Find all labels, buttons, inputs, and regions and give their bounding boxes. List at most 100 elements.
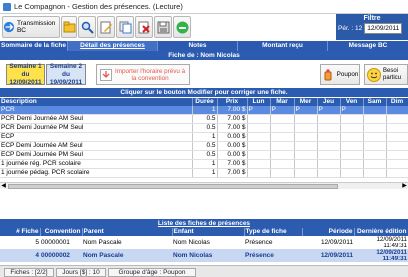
week-1-button[interactable]: Semaine 1 du 12/09/2011 <box>6 62 45 86</box>
presence-cell: 1 <box>192 159 218 169</box>
fiche-last-edit-time: 11:49:31 <box>383 243 407 248</box>
week-2-date: 19/09/2011 <box>49 78 83 86</box>
fiches-col-header[interactable]: Convention <box>40 228 83 236</box>
tab-sommaire[interactable]: Sommaire de la fiche <box>0 41 68 51</box>
folder-button[interactable] <box>61 16 77 38</box>
save-button[interactable] <box>154 16 172 38</box>
tab-notes[interactable]: Notes <box>158 41 238 51</box>
presence-cell: P <box>294 106 318 115</box>
fiche-cell: Nom Pascale <box>82 249 172 262</box>
confirm-button[interactable] <box>173 16 191 38</box>
fiche-cell: Nom Nicolas <box>172 249 244 262</box>
presence-col-header[interactable]: Mer <box>294 98 318 106</box>
scroll-left-icon[interactable]: ◀ <box>0 183 7 190</box>
presence-cell <box>294 114 318 124</box>
presence-row[interactable]: ECP 1 0.00 $ <box>0 132 408 142</box>
import-schedule-button[interactable]: Importer l'horaire prévu à la convention <box>96 64 190 85</box>
fiches-col-header[interactable]: Type de fiche <box>244 228 303 236</box>
presence-cell <box>317 150 341 160</box>
fiches-col-header[interactable]: # Fiche <box>0 228 41 236</box>
presence-col-header[interactable]: Prix <box>217 98 248 106</box>
presence-cell <box>363 106 387 115</box>
search-button[interactable] <box>78 16 96 38</box>
week-1-line1: Semaine 1 du <box>9 62 42 78</box>
check-circle-icon <box>176 21 188 33</box>
presence-cell <box>270 114 295 124</box>
presence-row[interactable]: 1 journée rég. PCR scolaire 1 7.00 $ <box>0 159 408 169</box>
scroll-right-icon[interactable]: ▶ <box>401 183 408 190</box>
presence-cell <box>294 150 318 160</box>
status-bar: Fiches : [2/2] Jours [$] : 10 Groupe d'â… <box>0 265 408 277</box>
fiches-col-header[interactable]: Dernière édition <box>354 228 408 236</box>
fiche-cell: Présence <box>245 238 273 246</box>
presence-cell: P <box>317 106 341 115</box>
presence-cell <box>294 168 318 178</box>
tab-montant-recu[interactable]: Montant reçu <box>238 41 328 51</box>
presence-cell <box>317 132 341 142</box>
presence-cell <box>386 150 408 160</box>
presence-cell <box>247 159 271 169</box>
presence-col-header[interactable]: Jeu <box>317 98 341 106</box>
edit-icon <box>100 21 112 33</box>
presence-cell: 1 <box>192 168 218 178</box>
presence-cell <box>247 141 271 151</box>
presence-col-header[interactable]: Mar <box>270 98 295 106</box>
presence-cell <box>247 168 271 178</box>
presence-cell <box>270 141 295 151</box>
besoin-line2: particu <box>383 74 402 81</box>
presence-row[interactable]: PCR 1 7.00 $ P P P P P <box>0 106 408 115</box>
filter-date-field[interactable]: 12/09/2011 <box>364 23 403 34</box>
presence-cell <box>294 123 318 133</box>
presence-cell <box>270 132 295 142</box>
presence-cell <box>386 159 408 169</box>
tab-message-bc[interactable]: Message BC <box>328 41 408 51</box>
fiches-col-header[interactable]: Parent <box>82 228 173 236</box>
window-titlebar: Le Compagnon - Gestion des présences. (L… <box>0 0 408 14</box>
scrollbar-thumb[interactable] <box>8 184 338 189</box>
presence-cell: 0.5 <box>192 114 218 124</box>
fiche-row[interactable]: 4 00000002 Nom Pascale Nom Nicolas Présence 1… <box>0 249 408 262</box>
presence-cell: ECP Demi Journée PM Seul <box>0 150 193 160</box>
presence-cell: 0.00 $ <box>217 150 248 160</box>
presence-cell: 1 <box>192 132 218 142</box>
presence-row[interactable]: ECP Demi Journée AM Seul 0.5 0.00 $ <box>0 141 408 151</box>
presence-cell: PCR <box>0 106 193 115</box>
week-selector: Semaine 1 du 12/09/2011 Semaine 2 du 19/… <box>0 60 408 87</box>
presence-cell: ECP Demi Journée AM Seul <box>0 141 193 151</box>
delete-button[interactable] <box>135 16 153 38</box>
fiche-row[interactable]: 5 00000001 Nom Pascale Nom Nicolas Présence 1… <box>0 236 408 249</box>
presence-col-header[interactable]: Lun <box>247 98 271 106</box>
presence-cell <box>340 159 364 169</box>
horizontal-scrollbar[interactable]: ◀ ▶ <box>0 182 408 189</box>
presence-cell: 0.5 <box>192 150 218 160</box>
presence-cell <box>363 132 387 142</box>
transmission-bc-button[interactable]: Transmission BC <box>2 16 60 38</box>
presence-cell <box>340 132 364 142</box>
presence-col-header[interactable]: Ven <box>340 98 364 106</box>
fiches-list-header: Liste des fiches de présences <box>0 219 408 228</box>
fiches-col-header[interactable]: Enfant <box>172 228 245 236</box>
presence-row[interactable]: PCR Demi Journée AM Seul 0.5 7.00 $ <box>0 114 408 124</box>
search-icon <box>81 21 94 34</box>
presence-col-header[interactable]: Dim <box>386 98 408 106</box>
week-1-date: 12/09/2011 <box>9 78 42 86</box>
import-line2: la convention <box>131 74 169 82</box>
presence-col-header[interactable]: Durée <box>192 98 218 106</box>
presence-cell: 0.5 <box>192 123 218 133</box>
presence-row[interactable]: ECP Demi Journée PM Seul 0.5 0.00 $ <box>0 150 408 160</box>
edit-button[interactable] <box>97 16 115 38</box>
poupon-button[interactable]: Poupon <box>320 64 360 85</box>
week-2-button[interactable]: Semaine 2 du 19/09/2011 <box>46 63 86 86</box>
fiche-cell: 00000001 <box>41 238 70 246</box>
presence-col-header[interactable]: Description <box>0 98 193 106</box>
copy-button[interactable] <box>116 16 134 38</box>
fiches-col-header[interactable]: Période <box>302 228 355 236</box>
presence-row[interactable]: 1 journée pédag. PCR scolaire 1 7.00 $ <box>0 168 408 178</box>
presence-cell: P <box>247 106 271 115</box>
presence-cell <box>317 168 341 178</box>
besoin-particulier-button[interactable]: Besoi particu <box>364 64 408 85</box>
presence-row[interactable]: PCR Demi Journée PM Seul 0.5 7.00 $ <box>0 123 408 133</box>
tab-detail-presences[interactable]: Détail des présences <box>68 41 158 51</box>
presence-col-header[interactable]: Sam <box>363 98 387 106</box>
tab-bar: Sommaire de la fiche Détail des présence… <box>0 41 408 51</box>
